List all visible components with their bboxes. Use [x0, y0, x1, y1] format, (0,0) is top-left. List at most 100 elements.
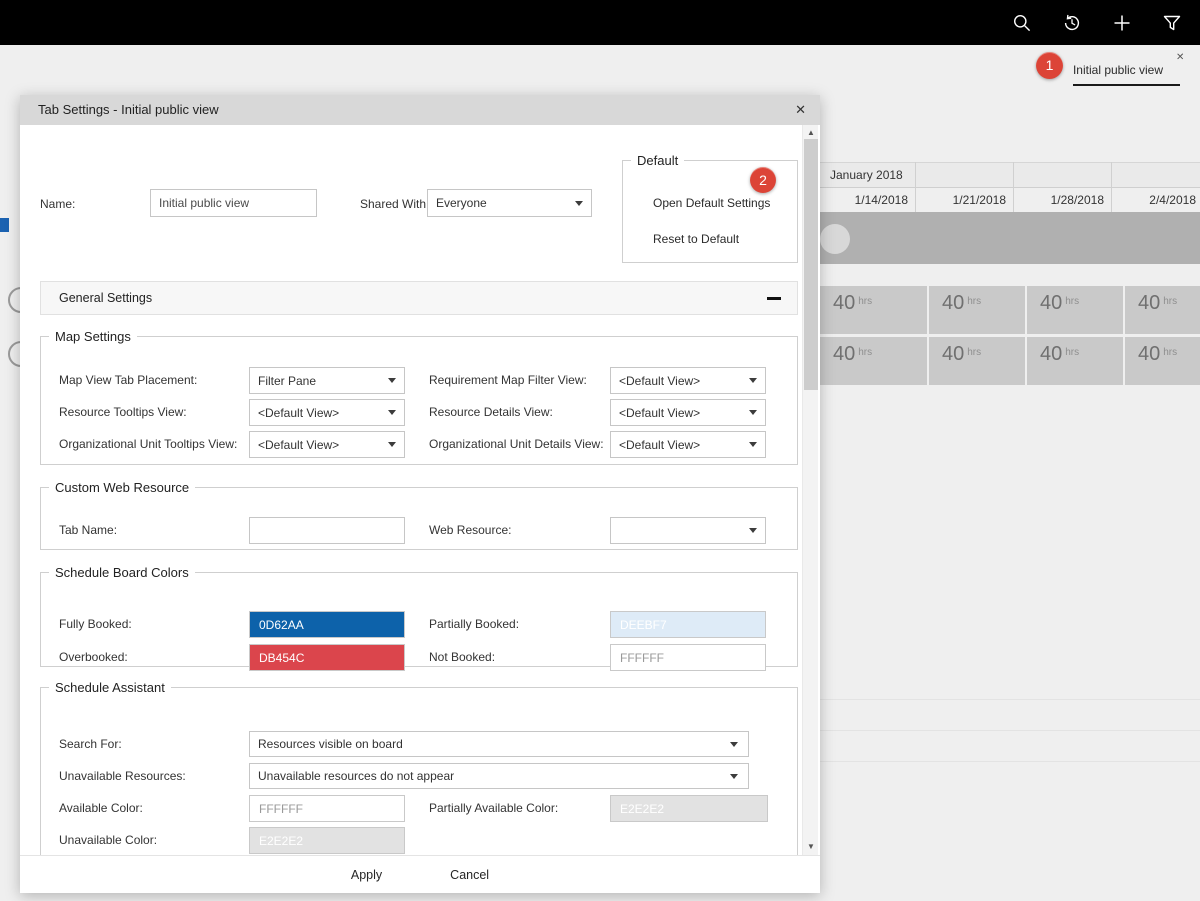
open-default-settings-link[interactable]: Open Default Settings: [653, 196, 770, 210]
dropdown-value: <Default View>: [258, 438, 339, 452]
search-for-dropdown[interactable]: Resources visible on board: [249, 731, 749, 757]
dropdown-value: <Default View>: [619, 406, 700, 420]
unavailable-color-field[interactable]: E2E2E2: [249, 827, 405, 854]
column-divider: [915, 162, 916, 212]
board-gridline: [820, 761, 1200, 762]
schedule-assistant-group: Schedule Assistant Search For: Resources…: [40, 680, 798, 855]
dropdown-value: <Default View>: [619, 438, 700, 452]
org-unit-details-view-label: Organizational Unit Details View:: [429, 437, 604, 451]
capacity-cell[interactable]: 40 hrs: [820, 337, 927, 385]
capacity-unit: hrs: [1163, 296, 1177, 307]
capacity-unit: hrs: [858, 296, 872, 307]
capacity-unit: hrs: [1163, 347, 1177, 358]
custom-web-resource-legend: Custom Web Resource: [49, 480, 195, 495]
capacity-value: 40: [1138, 343, 1160, 366]
dialog-title: Tab Settings - Initial public view: [20, 95, 820, 125]
map-view-tab-placement-label: Map View Tab Placement:: [59, 373, 197, 387]
shared-with-dropdown[interactable]: Everyone: [427, 189, 592, 217]
partially-available-color-field[interactable]: E2E2E2: [610, 795, 768, 822]
available-color-label: Available Color:: [59, 801, 143, 815]
shared-with-value: Everyone: [436, 196, 487, 210]
resource-details-view-label: Resource Details View:: [429, 405, 553, 419]
general-settings-header[interactable]: General Settings: [40, 281, 798, 315]
add-icon[interactable]: [1112, 13, 1132, 33]
chevron-down-icon: [388, 442, 396, 447]
annotation-badge-step2: 2: [750, 167, 776, 193]
resource-tooltips-view-dropdown[interactable]: <Default View>: [249, 399, 405, 426]
resource-details-view-dropdown[interactable]: <Default View>: [610, 399, 766, 426]
overbooked-color-field[interactable]: DB454C: [249, 644, 405, 671]
capacity-value: 40: [833, 343, 855, 366]
capacity-unit: hrs: [967, 296, 981, 307]
capacity-value: 40: [1138, 292, 1160, 315]
dropdown-value: Resources visible on board: [258, 737, 403, 751]
booking-block-partial: [0, 218, 9, 232]
search-icon[interactable]: [1012, 13, 1032, 33]
search-for-label: Search For:: [59, 737, 122, 751]
date-header: 1/14/2018: [820, 188, 912, 212]
unavailable-resources-dropdown[interactable]: Unavailable resources do not appear: [249, 763, 749, 789]
overbooked-label: Overbooked:: [59, 650, 128, 664]
capacity-unit: hrs: [1065, 296, 1079, 307]
name-label: Name:: [40, 197, 75, 211]
dialog-scrollbar[interactable]: ▲ ▼: [802, 125, 818, 855]
board-toolbar-band: [820, 212, 1200, 264]
fully-booked-color-field[interactable]: 0D62AA: [249, 611, 405, 638]
chevron-down-icon: [575, 201, 583, 206]
tab-name-label: Tab Name:: [59, 523, 117, 537]
capacity-value: 40: [1040, 343, 1062, 366]
dialog-close-icon[interactable]: ✕: [795, 102, 806, 118]
dropdown-value: <Default View>: [619, 374, 700, 388]
dialog-content: Name: Shared With: Everyone Default Open…: [20, 125, 820, 855]
date-header: 1/21/2018: [918, 188, 1010, 212]
web-resource-dropdown[interactable]: [610, 517, 766, 544]
capacity-cell[interactable]: 40 hrs: [1027, 337, 1123, 385]
chevron-down-icon: [730, 742, 738, 747]
org-unit-details-view-dropdown[interactable]: <Default View>: [610, 431, 766, 458]
tab-close-icon[interactable]: ✕: [1176, 52, 1184, 63]
reset-to-default-link[interactable]: Reset to Default: [653, 232, 739, 246]
date-header: 2/4/2018: [1114, 188, 1200, 212]
capacity-value: 40: [833, 292, 855, 315]
not-booked-color-field[interactable]: FFFFFF: [610, 644, 766, 671]
cancel-button[interactable]: Cancel: [442, 864, 497, 886]
chevron-down-icon: [749, 442, 757, 447]
name-input[interactable]: [150, 189, 317, 217]
history-icon[interactable]: [1062, 13, 1082, 33]
tab-name-input[interactable]: [249, 517, 405, 544]
available-color-field[interactable]: FFFFFF: [249, 795, 405, 822]
requirement-map-filter-view-dropdown[interactable]: <Default View>: [610, 367, 766, 394]
dropdown-value: <Default View>: [258, 406, 339, 420]
capacity-cell[interactable]: 40 hrs: [1125, 337, 1200, 385]
tab-initial-public-view[interactable]: Initial public view: [1062, 63, 1174, 77]
column-divider: [1013, 162, 1014, 212]
capacity-cell[interactable]: 40 hrs: [1027, 286, 1123, 334]
default-group-legend: Default: [631, 153, 684, 168]
dropdown-value: Unavailable resources do not appear: [258, 769, 454, 783]
partially-booked-color-field[interactable]: DEEBF7: [610, 611, 766, 638]
scrollbar-thumb[interactable]: [804, 139, 818, 390]
month-header: January 2018: [820, 162, 1200, 188]
chevron-down-icon: [749, 378, 757, 383]
capacity-cell[interactable]: 40 hrs: [929, 337, 1025, 385]
capacity-value: 40: [942, 292, 964, 315]
scroll-down-icon[interactable]: ▼: [803, 839, 819, 855]
capacity-unit: hrs: [858, 347, 872, 358]
org-unit-tooltips-view-dropdown[interactable]: <Default View>: [249, 431, 405, 458]
capacity-cell[interactable]: 40 hrs: [820, 286, 927, 334]
map-settings-legend: Map Settings: [49, 329, 137, 344]
capacity-value: 40: [942, 343, 964, 366]
capacity-value: 40: [1040, 292, 1062, 315]
map-view-tab-placement-dropdown[interactable]: Filter Pane: [249, 367, 405, 394]
capacity-cell[interactable]: 40 hrs: [1125, 286, 1200, 334]
capacity-cell[interactable]: 40 hrs: [929, 286, 1025, 334]
schedule-assistant-legend: Schedule Assistant: [49, 680, 171, 695]
collapse-icon[interactable]: [767, 297, 781, 300]
filter-icon[interactable]: [1162, 13, 1182, 33]
chevron-down-icon: [749, 410, 757, 415]
custom-web-resource-group: Custom Web Resource Tab Name: Web Resour…: [40, 480, 798, 550]
partially-available-color-label: Partially Available Color:: [429, 801, 558, 815]
tab-active-underline: [1073, 84, 1180, 86]
apply-button[interactable]: Apply: [343, 864, 390, 886]
general-settings-label: General Settings: [59, 291, 152, 305]
